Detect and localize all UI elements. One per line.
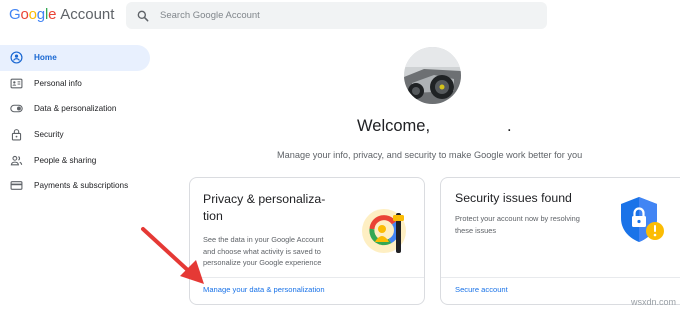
card-title: Security issues found xyxy=(455,191,572,205)
sidebar-item-data-personalization[interactable]: Data & personalization xyxy=(0,96,150,122)
security-shield-warning-icon xyxy=(621,197,664,242)
sidebar-item-label: Personal info xyxy=(34,78,82,88)
sidebar-item-label: Security xyxy=(34,130,64,140)
card-title: Privacy & personaliza- tion xyxy=(203,192,326,223)
card-description: See the data in your Google Account and … xyxy=(203,235,324,268)
avatar[interactable] xyxy=(404,47,461,104)
security-issues-card[interactable]: Security issues found Protect your accou… xyxy=(440,177,680,305)
sidebar-item-security[interactable]: Security xyxy=(0,122,150,148)
search-placeholder: Search Google Account xyxy=(160,10,260,21)
privacy-personalization-card[interactable]: Privacy & personaliza- tion See the data… xyxy=(189,177,425,305)
avatar-photo xyxy=(404,47,461,104)
search-icon xyxy=(137,10,149,21)
secure-account-link[interactable]: Secure account xyxy=(455,285,508,294)
google-account-logo[interactable]: Google Account xyxy=(9,6,114,26)
sidebar-item-home[interactable]: Home xyxy=(0,45,150,71)
logo-account-text: Account xyxy=(60,6,115,23)
welcome-subtitle: Manage your info, privacy, and security … xyxy=(277,150,583,160)
sidebar-item-label: Home xyxy=(34,53,57,63)
watermark-text: wsxdn.com xyxy=(630,297,676,307)
sidebar-nav: Home Personal info Data & personalizatio… xyxy=(0,45,162,199)
welcome-heading: Welcome, xyxy=(357,117,431,135)
sidebar-item-personal-info[interactable]: Personal info xyxy=(0,71,150,97)
manage-data-link[interactable]: Manage your data & personalization xyxy=(203,285,325,294)
card-divider xyxy=(190,277,424,278)
home-icon xyxy=(10,51,23,64)
sidebar-item-people-sharing[interactable]: People & sharing xyxy=(0,147,150,173)
card-description: Protect your account now by resolving th… xyxy=(455,214,580,235)
privacy-illustration-icon xyxy=(362,209,406,253)
search-bar[interactable]: Search Google Account xyxy=(126,2,547,29)
card-divider xyxy=(441,277,680,278)
toggle-icon xyxy=(10,105,23,113)
logo-google-text: Google xyxy=(9,6,57,23)
people-icon xyxy=(10,155,23,166)
id-card-icon xyxy=(10,78,23,89)
lock-icon xyxy=(11,129,22,141)
sidebar-item-label: Payments & subscriptions xyxy=(34,181,129,191)
red-arrow-annotation xyxy=(141,227,204,284)
credit-card-icon xyxy=(10,181,23,191)
sidebar-item-payments-subscriptions[interactable]: Payments & subscriptions xyxy=(0,173,150,199)
user-name-redacted: . xyxy=(507,117,512,135)
sidebar-item-label: Data & personalization xyxy=(34,104,117,114)
sidebar-item-label: People & sharing xyxy=(34,155,97,165)
